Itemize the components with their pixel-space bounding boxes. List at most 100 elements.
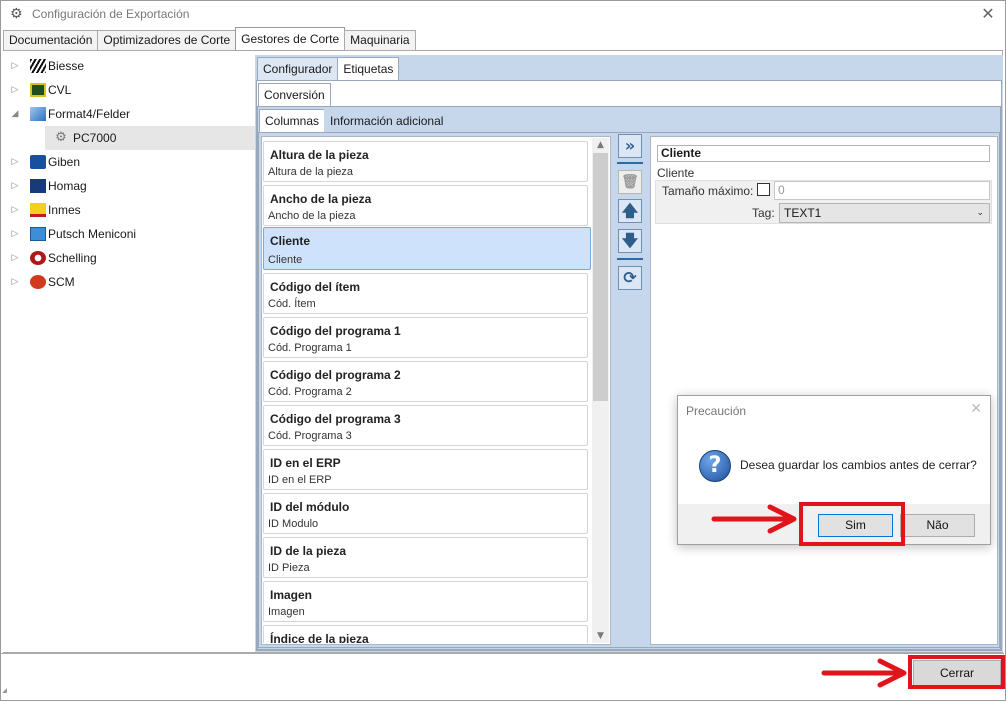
tree-item-schelling[interactable]: ▷ Schelling xyxy=(3,246,255,270)
expand-icon[interactable]: ▷ xyxy=(10,85,20,95)
move-up-button[interactable]: 🡅 xyxy=(618,199,642,223)
item-subtitle: Cód. Programa 2 xyxy=(268,386,352,398)
max-size-label: Tamaño máximo: xyxy=(662,184,754,198)
tree-item-homag[interactable]: ▷ Homag xyxy=(3,174,255,198)
add-column-button[interactable]: » xyxy=(618,134,642,158)
tab-configurador[interactable]: Configurador xyxy=(257,57,339,80)
item-title: ID en el ERP xyxy=(270,456,341,470)
gear-icon: ⚙ xyxy=(10,6,23,22)
tree-item-cvl[interactable]: ▷ CVL xyxy=(3,78,255,102)
yes-button-highlight xyxy=(799,502,905,546)
item-title: Ancho de la pieza xyxy=(270,192,372,206)
window-title: Configuración de Exportación xyxy=(32,7,190,21)
scroll-thumb[interactable] xyxy=(593,153,608,401)
close-button-highlight xyxy=(908,655,1005,689)
list-item[interactable]: Código del ítem Cód. Ítem xyxy=(263,273,588,314)
tree-item-putsch-meniconi[interactable]: ▷ Putsch Meniconi xyxy=(3,222,255,246)
item-title: Código del programa 3 xyxy=(270,412,401,426)
tab-gestores[interactable]: Gestores de Corte xyxy=(235,27,346,50)
tree-label: Homag xyxy=(48,179,87,193)
expand-icon[interactable]: ▷ xyxy=(10,181,20,191)
expand-icon[interactable]: ▷ xyxy=(10,229,20,239)
list-item[interactable]: ID en el ERP ID en el ERP xyxy=(263,449,588,490)
tree-item-scm[interactable]: ▷ SCM xyxy=(3,270,255,294)
max-size-input[interactable]: 0 xyxy=(774,181,990,200)
tag-label: Tag: xyxy=(752,206,775,220)
question-icon: ? xyxy=(699,450,731,482)
tree-item-inmes[interactable]: ▷ Inmes xyxy=(3,198,255,222)
giben-logo-icon xyxy=(30,155,46,169)
tab-conversion[interactable]: Conversión xyxy=(258,83,331,106)
chevron-down-icon: ⌄ xyxy=(976,208,984,218)
close-icon[interactable]: ✕ xyxy=(979,5,997,23)
max-size-checkbox[interactable] xyxy=(757,183,770,196)
tab-optimizadores[interactable]: Optimizadores de Corte xyxy=(97,30,237,50)
item-subtitle: ID Modulo xyxy=(268,518,319,530)
expand-icon[interactable]: ▷ xyxy=(10,205,20,215)
tree-label: PC7000 xyxy=(73,131,117,145)
tag-select[interactable]: TEXT1 ⌄ xyxy=(779,203,990,223)
manufacturer-tree: ▷ Biesse ▷ CVL ◢ Format4/Felder ⚙ PC7000… xyxy=(3,52,255,652)
scroll-down-icon[interactable]: ▼ xyxy=(592,629,609,643)
tab-etiquetas[interactable]: Etiquetas xyxy=(337,57,400,80)
resize-grip-icon[interactable] xyxy=(2,688,7,693)
tree-item-pc7000[interactable]: ⚙ PC7000 xyxy=(45,126,255,150)
expand-icon[interactable]: ▷ xyxy=(10,253,20,263)
refresh-button[interactable]: ⟳ xyxy=(618,266,642,290)
tab-informacion-adicional[interactable]: Información adicional xyxy=(324,109,450,132)
tab-documentacion[interactable]: Documentación xyxy=(3,30,99,50)
item-subtitle: ID en el ERP xyxy=(268,474,332,486)
conversion-tab-strip: Conversión xyxy=(258,83,331,106)
close-icon[interactable]: ✕ xyxy=(970,401,982,417)
expand-icon[interactable]: ▷ xyxy=(10,157,20,167)
item-subtitle: Cód. Programa 3 xyxy=(268,430,352,442)
tree-label: Biesse xyxy=(48,59,85,73)
delete-icon[interactable]: 🗑 xyxy=(618,170,642,194)
item-title: Imagen xyxy=(270,588,313,602)
list-scrollbar[interactable]: ▲ ▼ xyxy=(592,138,609,643)
tree-label: CVL xyxy=(48,83,72,97)
tab-columnas[interactable]: Columnas xyxy=(259,109,326,132)
tree-label: Putsch Meniconi xyxy=(48,227,137,241)
column-title-field[interactable]: Cliente xyxy=(657,145,990,162)
columns-list: Altura de la pieza Altura de la pieza An… xyxy=(263,140,591,643)
tree-item-format4-felder[interactable]: ◢ Format4/Felder xyxy=(3,102,255,126)
dialog-body: ? Desea guardar los cambios antes de cer… xyxy=(678,426,990,504)
tree-label: SCM xyxy=(48,275,75,289)
list-item[interactable]: ID de la pieza ID Pieza xyxy=(263,537,588,578)
inmes-logo-icon xyxy=(30,203,46,217)
biesse-logo-icon xyxy=(30,59,46,73)
columns-tab-strip: Columnas Información adicional xyxy=(259,109,450,132)
item-title: Código del ítem xyxy=(270,280,360,294)
tree-label: Schelling xyxy=(48,251,97,265)
cvl-logo-icon xyxy=(30,83,46,97)
list-item[interactable]: Código del programa 1 Cód. Programa 1 xyxy=(263,317,588,358)
list-item[interactable]: Altura de la pieza Altura de la pieza xyxy=(263,141,588,182)
tree-label: Inmes xyxy=(48,203,81,217)
dialog-message: Desea guardar los cambios antes de cerra… xyxy=(740,458,977,472)
item-subtitle: Cliente xyxy=(268,254,303,266)
move-down-button[interactable]: 🡇 xyxy=(618,229,642,253)
list-item-selected[interactable]: Cliente Cliente xyxy=(263,227,591,270)
collapse-icon[interactable]: ◢ xyxy=(10,109,20,119)
list-item[interactable]: Imagen Imagen xyxy=(263,581,588,622)
homag-logo-icon xyxy=(30,179,46,193)
no-button[interactable]: Não xyxy=(900,514,975,537)
tab-maquinaria[interactable]: Maquinaria xyxy=(344,30,416,50)
expand-icon[interactable]: ▷ xyxy=(10,277,20,287)
format4-logo-icon xyxy=(30,107,46,121)
tree-item-giben[interactable]: ▷ Giben xyxy=(3,150,255,174)
list-item[interactable]: Código del programa 2 Cód. Programa 2 xyxy=(263,361,588,402)
tree-item-biesse[interactable]: ▷ Biesse xyxy=(3,54,255,78)
list-item[interactable]: Código del programa 3 Cód. Programa 3 xyxy=(263,405,588,446)
list-item[interactable]: Índice de la pieza xyxy=(263,625,588,643)
item-subtitle: Ancho de la pieza xyxy=(268,210,356,222)
item-subtitle: Altura de la pieza xyxy=(268,166,353,178)
item-title: Cliente xyxy=(270,234,311,248)
scroll-up-icon[interactable]: ▲ xyxy=(592,138,609,152)
item-title: Altura de la pieza xyxy=(270,148,369,162)
expand-icon[interactable]: ▷ xyxy=(10,61,20,71)
list-item[interactable]: Ancho de la pieza Ancho de la pieza xyxy=(263,185,588,226)
arrow-icon xyxy=(711,504,797,534)
list-item[interactable]: ID del módulo ID Modulo xyxy=(263,493,588,534)
